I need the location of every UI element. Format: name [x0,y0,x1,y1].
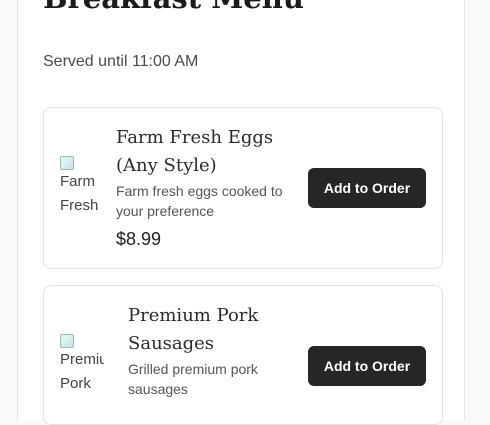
item-name: Farm Fresh Eggs (Any Style) [116,127,274,176]
item-info: Farm Fresh Eggs (Any Style) Farm fresh e… [116,124,296,251]
add-to-order-button[interactable]: Add to Order [308,168,426,208]
item-name: Premium Pork Sausages [128,305,259,354]
item-info: Premium Pork Sausages Grilled premium po… [128,302,298,399]
menu-item-card: Farm Fresh Farm Fresh Eggs (Any Style) F… [43,107,443,269]
menu-item-card: Premiu Pork Premium Pork Sausages Grille… [43,285,443,425]
menu-title: Breakfast Menu [43,0,304,16]
item-image-alt: Premiu Pork [60,351,104,392]
add-to-order-button[interactable]: Add to Order [308,346,426,386]
item-thumbnail: Premiu Pork [60,334,104,404]
served-until-text: Served until 11:00 AM [43,53,199,70]
item-price: $8.99 [116,229,162,249]
broken-image-icon [60,156,74,170]
item-description: Farm fresh eggs cooked to your preferenc… [116,183,283,219]
menu-panel: Breakfast Menu Served until 11:00 AM Far… [17,0,465,425]
item-description: Grilled premium pork sausages [128,361,258,397]
item-image-alt: Farm Fresh [60,173,99,214]
item-thumbnail: Farm Fresh [60,156,104,226]
broken-image-icon [60,334,74,348]
